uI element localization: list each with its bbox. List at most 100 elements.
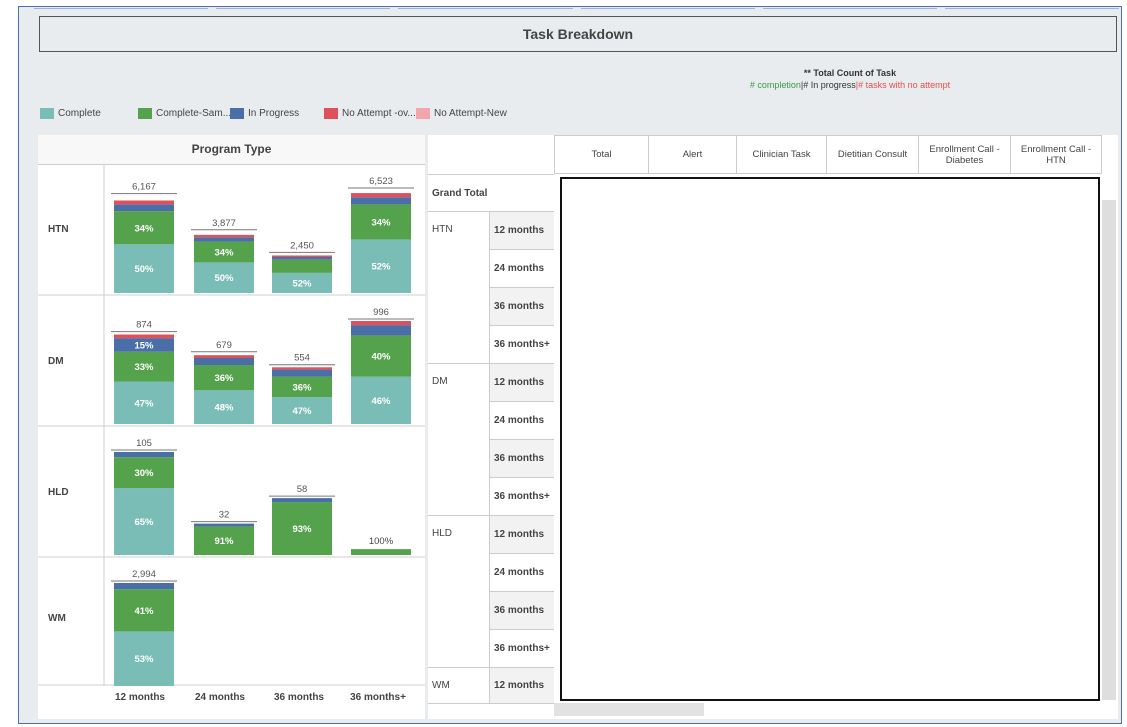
segment-label: 50% xyxy=(214,273,234,284)
bar-total-label: 554 xyxy=(294,353,310,364)
table-row: 24 months xyxy=(490,402,554,440)
segment-label: 52% xyxy=(371,262,391,273)
table-row: 36 months xyxy=(490,592,554,630)
program-type-chart: 50% 34% 6,167 50% 34% 3,877 52% 2,450 52% 34% 6,52… xyxy=(38,164,425,686)
table-row: 12 months xyxy=(490,516,554,554)
segment-label: 46% xyxy=(371,396,391,407)
table-row: 36 months xyxy=(490,440,554,478)
table-row: 36 months+ xyxy=(490,630,554,668)
bar-total-label: 874 xyxy=(136,320,152,331)
segment-label: 34% xyxy=(134,223,154,234)
bar-total-label: 679 xyxy=(216,340,232,351)
column-header-enrollment-htn[interactable]: Enrollment Call - HTN xyxy=(1010,135,1102,174)
bar-total-label: 6,167 xyxy=(132,182,156,193)
bar-segment xyxy=(272,259,332,273)
bar-total-label: 105 xyxy=(136,438,152,449)
segment-label: 52% xyxy=(292,278,312,289)
column-header-clinician-task[interactable]: Clinician Task xyxy=(736,135,826,174)
note-progress: # In progress xyxy=(803,80,856,90)
table-row: 24 months xyxy=(490,554,554,592)
x-tick-label: 12 months xyxy=(114,692,165,703)
row-header-wm: WM xyxy=(48,613,66,624)
segment-label: 41% xyxy=(134,606,154,617)
bar-segment xyxy=(194,357,254,366)
row-header-htn: HTN xyxy=(48,224,69,235)
bar-total-label: 58 xyxy=(297,484,308,495)
panel-title: Program Type xyxy=(38,135,425,165)
segment-label: 93% xyxy=(292,524,312,535)
grand-total-row: Grand Total xyxy=(428,174,554,212)
table-row: 12 months xyxy=(490,668,554,704)
legend-label: In Progress xyxy=(248,108,300,120)
note-legend: # completion|# In progress|# tasks with … xyxy=(700,80,1000,90)
dashboard-title: Task Breakdown xyxy=(39,16,1117,52)
legend-label: Complete xyxy=(58,108,101,120)
bar-segment xyxy=(194,355,254,358)
group-wm: WM xyxy=(428,668,490,704)
bar-segment xyxy=(194,234,254,238)
table-row: 24 months xyxy=(490,250,554,288)
legend-item-complete-same[interactable]: Complete-Sam... xyxy=(138,108,231,119)
note-noattempt: # tasks with no attempt xyxy=(858,80,951,90)
segment-label: 36% xyxy=(292,382,312,393)
row-header-hld: HLD xyxy=(48,487,69,498)
bar-segment xyxy=(351,193,411,198)
bar-total-label: 32 xyxy=(219,510,230,521)
bar-segment xyxy=(114,452,174,458)
legend-swatch xyxy=(324,108,338,119)
segment-label: 53% xyxy=(134,654,154,665)
segment-label: 47% xyxy=(292,406,312,417)
bar-segment xyxy=(351,321,411,326)
table-row: 36 months+ xyxy=(490,326,554,364)
bar-total-label: 996 xyxy=(373,307,389,318)
column-header-alert[interactable]: Alert xyxy=(648,135,736,174)
bar-segment xyxy=(351,197,411,205)
x-tick-label: 24 months xyxy=(194,692,245,703)
legend-item-in-progress[interactable]: In Progress xyxy=(230,108,299,119)
column-header-dietitian-consult[interactable]: Dietitian Consult xyxy=(826,135,918,174)
bar-segment xyxy=(272,369,332,377)
segment-label: 48% xyxy=(214,403,234,414)
bar-total-label: 2,450 xyxy=(290,240,314,251)
bar-segment xyxy=(272,367,332,370)
x-tick-label: 36 months+ xyxy=(350,692,406,703)
bar-segment xyxy=(114,204,174,212)
legend-label: Complete-Sam... xyxy=(156,108,232,120)
bar-segment xyxy=(194,237,254,242)
segment-label: 34% xyxy=(214,247,234,258)
selected-data-region[interactable] xyxy=(560,177,1100,701)
legend-item-no-attempt-overdue[interactable]: No Attempt -ov... xyxy=(324,108,416,119)
bar-segment xyxy=(351,325,411,336)
table-row: 12 months xyxy=(490,364,554,402)
column-header-total[interactable]: Total xyxy=(554,135,648,174)
note-title: ** Total Count of Task xyxy=(803,68,897,78)
row-header-dm: DM xyxy=(48,356,64,367)
bar-total-label: 6,523 xyxy=(369,176,393,187)
segment-label: 91% xyxy=(214,536,234,547)
group-dm: DM xyxy=(428,364,490,516)
segment-label: 50% xyxy=(134,264,154,275)
group-hld: HLD xyxy=(428,516,490,668)
note-completion: # completion xyxy=(749,80,801,90)
bar-total-label: 3,877 xyxy=(212,218,236,229)
segment-label: 40% xyxy=(371,352,391,363)
segment-label: 36% xyxy=(214,373,234,384)
bar-outside-label: 100% xyxy=(369,536,394,547)
bar-segment xyxy=(114,334,174,339)
bar-segment xyxy=(114,200,174,205)
legend-item-no-attempt-new[interactable]: No Attempt-New xyxy=(416,108,507,119)
column-header-enrollment-diabetes[interactable]: Enrollment Call - Diabetes xyxy=(918,135,1010,174)
horizontal-scrollbar[interactable] xyxy=(554,703,704,716)
table-row: 36 months xyxy=(490,288,554,326)
bar-segment xyxy=(114,583,174,590)
vertical-scrollbar[interactable] xyxy=(1102,200,1116,700)
legend-label: No Attempt -ov... xyxy=(342,108,416,120)
table-row: 12 months xyxy=(490,212,554,250)
bar-segment xyxy=(351,549,411,555)
segment-label: 15% xyxy=(134,340,154,351)
bar-segment xyxy=(272,257,332,260)
segment-label: 65% xyxy=(134,517,154,528)
group-htn: HTN xyxy=(428,212,490,364)
bar-segment xyxy=(194,523,254,527)
legend-item-complete[interactable]: Complete xyxy=(40,108,101,119)
